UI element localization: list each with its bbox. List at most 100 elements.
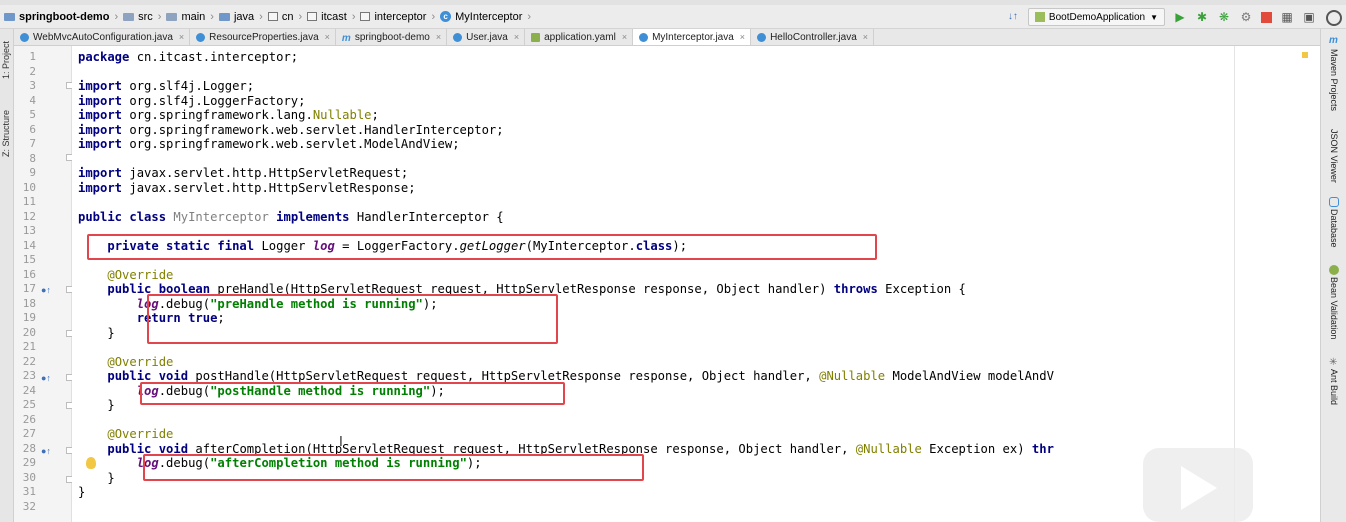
tool-window-json-viewer[interactable]: JSON Viewer <box>1329 129 1339 183</box>
line-number[interactable]: 27 <box>14 427 36 442</box>
coverage-icon[interactable]: ❋ <box>1217 10 1231 24</box>
breadcrumb-item-java[interactable]: java <box>218 11 254 23</box>
lightbulb-icon[interactable] <box>86 457 96 469</box>
line-number[interactable]: 2 <box>14 65 36 80</box>
tool-window-maven[interactable]: Maven Projects <box>1329 49 1339 111</box>
close-icon[interactable]: × <box>514 32 519 42</box>
close-icon[interactable]: × <box>436 32 441 42</box>
line-number[interactable]: 3 <box>14 79 36 94</box>
play-icon[interactable]: ▶ <box>1173 10 1187 24</box>
tab-application-yaml[interactable]: application.yaml × <box>525 29 634 45</box>
code-line-12: public class MyInterceptor implements Ha… <box>78 209 504 224</box>
code-line-20: } <box>107 325 115 340</box>
line-number[interactable]: 22 <box>14 355 36 370</box>
code-line-28: public void afterCompletion(HttpServletR… <box>107 441 1054 456</box>
line-number[interactable]: 29 <box>14 456 36 471</box>
tool-window-project[interactable]: 1: Project <box>1 41 11 79</box>
tab-springboot-demo[interactable]: m springboot-demo × <box>336 29 448 45</box>
line-number[interactable]: 24 <box>14 384 36 399</box>
package-icon <box>307 12 318 21</box>
line-number[interactable]: 13 <box>14 224 36 239</box>
tool-window-database[interactable]: Database <box>1329 209 1339 248</box>
line-number[interactable]: 11 <box>14 195 36 210</box>
line-number[interactable]: 1 <box>14 50 36 65</box>
warning-marker-icon[interactable] <box>1302 52 1308 58</box>
breadcrumb-item-itcast[interactable]: itcast <box>307 11 347 23</box>
line-number[interactable]: 15 <box>14 253 36 268</box>
line-number[interactable]: 30 <box>14 471 36 486</box>
folder-icon <box>166 12 178 21</box>
code-line-27: @Override <box>107 427 174 441</box>
breadcrumb-separator-icon: › <box>431 10 436 23</box>
breadcrumb-separator-icon: › <box>157 10 162 23</box>
line-number[interactable]: 21 <box>14 340 36 355</box>
layout-icon[interactable]: ▣ <box>1302 10 1316 24</box>
line-number[interactable]: 6 <box>14 123 36 138</box>
close-icon[interactable]: × <box>863 32 868 42</box>
close-icon[interactable]: × <box>325 32 330 42</box>
tool-window-bean-validation[interactable]: Bean Validation <box>1329 277 1339 339</box>
spring-boot-icon <box>1034 12 1045 22</box>
line-number[interactable]: 10 <box>14 181 36 196</box>
breadcrumb-separator-icon: › <box>527 10 532 23</box>
line-number[interactable]: 31 <box>14 485 36 500</box>
override-gutter-icon[interactable]: ●↑ <box>41 373 51 383</box>
line-number[interactable]: 9 <box>14 166 36 181</box>
project-structure-icon[interactable]: ▦ <box>1280 10 1294 24</box>
tool-window-ant-build[interactable]: Ant Build <box>1329 369 1339 405</box>
run-configuration-select[interactable]: BootDemoApplication ▼ <box>1027 8 1165 26</box>
yaml-icon <box>531 32 541 42</box>
breadcrumb-item-cn[interactable]: cn <box>267 11 293 23</box>
breadcrumb-separator-icon: › <box>114 10 119 23</box>
package-icon <box>267 12 278 21</box>
breadcrumb-separator-icon: › <box>351 10 356 23</box>
line-number[interactable]: 18 <box>14 297 36 312</box>
profile-icon[interactable]: ⚙ <box>1239 10 1253 24</box>
source-folder-icon <box>218 12 230 21</box>
tab-hellocontroller[interactable]: HelloController.java × <box>751 29 875 45</box>
tab-user[interactable]: User.java × <box>447 29 526 45</box>
line-number[interactable]: 12 <box>14 210 36 225</box>
line-number[interactable]: 7 <box>14 137 36 152</box>
sort-icon[interactable]: ↓↑ <box>1006 10 1020 24</box>
play-overlay-icon[interactable] <box>1143 448 1253 522</box>
breadcrumb-item-project[interactable]: springboot-demo <box>4 11 109 23</box>
line-number[interactable]: 26 <box>14 413 36 428</box>
breadcrumb-item-main[interactable]: main <box>166 11 205 23</box>
close-icon[interactable]: × <box>740 32 745 42</box>
breadcrumb-item-interceptor[interactable]: interceptor <box>360 11 426 23</box>
breadcrumb-item-myinterceptor[interactable]: c MyInterceptor <box>440 11 522 23</box>
line-number[interactable]: 25 <box>14 398 36 413</box>
tool-window-structure[interactable]: Z: Structure <box>1 110 11 157</box>
search-everywhere-icon[interactable] <box>1326 10 1342 26</box>
editor-tabs: WebMvcAutoConfiguration.java × ResourcePr… <box>14 29 1334 46</box>
code-line-6: import org.springframework.web.servlet.H… <box>78 122 504 137</box>
line-number[interactable]: 23 <box>14 369 36 384</box>
line-number[interactable]: 32 <box>14 500 36 515</box>
tab-resourceproperties[interactable]: ResourceProperties.java × <box>190 29 336 45</box>
line-number[interactable]: 4 <box>14 94 36 109</box>
override-gutter-icon[interactable]: ●↑ <box>41 446 51 456</box>
maven-icon: m <box>1329 35 1338 46</box>
line-number[interactable]: 19 <box>14 311 36 326</box>
bug-icon[interactable]: ✱ <box>1195 10 1209 24</box>
breadcrumb-separator-icon: › <box>210 10 214 23</box>
line-number[interactable]: 16 <box>14 268 36 283</box>
navigation-bar: springboot-demo › src › main › java › cn… <box>0 5 1346 29</box>
close-icon[interactable]: × <box>179 32 184 42</box>
stop-icon[interactable] <box>1261 11 1272 23</box>
override-gutter-icon[interactable]: ●↑ <box>41 285 51 295</box>
line-number[interactable]: 28 <box>14 442 36 457</box>
line-number[interactable]: 17 <box>14 282 36 297</box>
tab-webmvcautoconfiguration[interactable]: WebMvcAutoConfiguration.java × <box>14 29 191 45</box>
close-icon[interactable]: × <box>622 32 627 42</box>
breadcrumb-item-src[interactable]: src <box>123 11 153 23</box>
code-line-30: } <box>107 470 115 485</box>
line-number[interactable]: 8 <box>14 152 36 167</box>
line-number[interactable]: 14 <box>14 239 36 254</box>
line-number[interactable]: 20 <box>14 326 36 341</box>
line-number[interactable]: 5 <box>14 108 36 123</box>
code-line-16: @Override <box>107 267 174 282</box>
tab-myinterceptor[interactable]: MyInterceptor.java × <box>633 29 752 45</box>
module-folder-icon <box>4 12 15 21</box>
